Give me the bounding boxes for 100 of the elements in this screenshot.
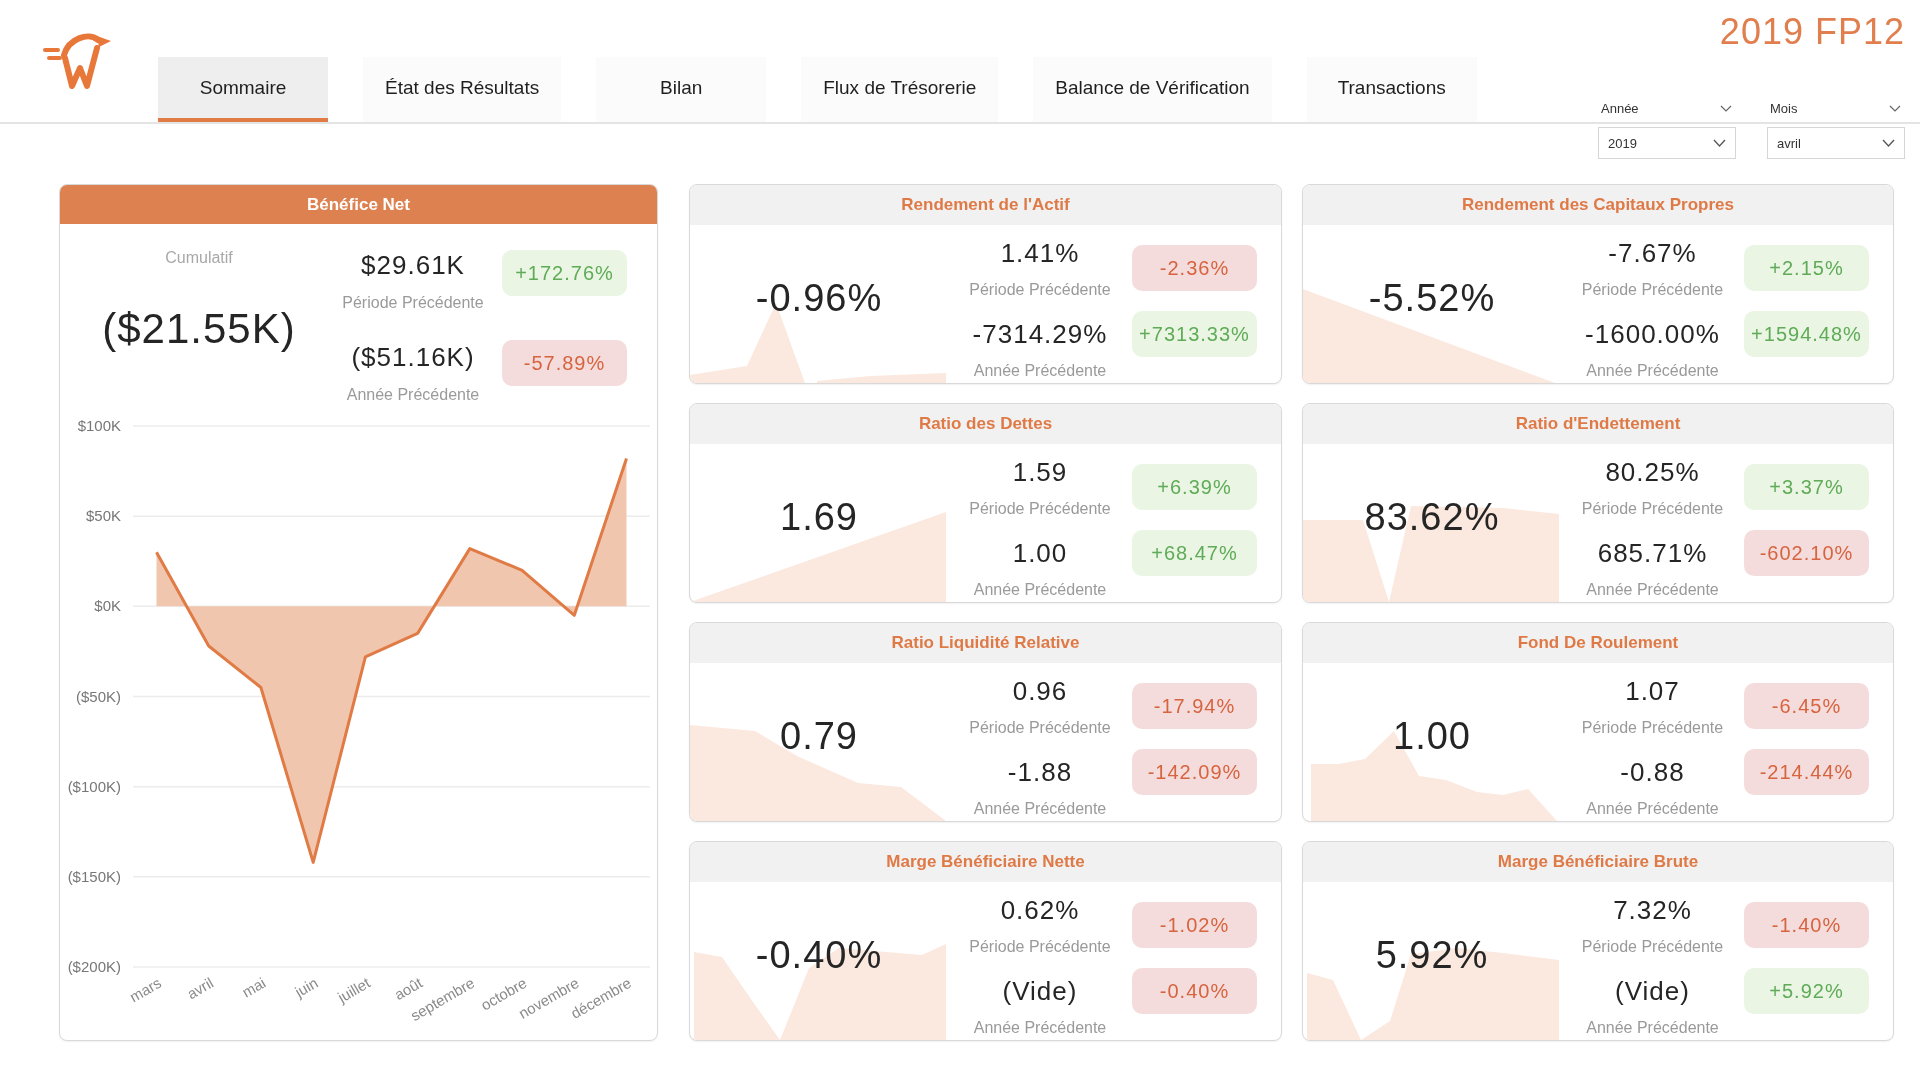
change-badge: +172.76% — [502, 250, 627, 296]
change-badge: -57.89% — [502, 340, 627, 386]
change-badge: +5.92% — [1744, 968, 1869, 1014]
change-badge: -142.09% — [1132, 749, 1257, 795]
comparison-label: Période Précédente — [969, 280, 1111, 300]
comparison-label: Période Précédente — [1581, 718, 1724, 738]
panel-title: Bénéfice Net — [60, 185, 657, 224]
card-title: Ratio des Dettes — [690, 404, 1281, 444]
card-title: Rendement des Capitaux Propres — [1303, 185, 1893, 225]
change-badge: -1.40% — [1744, 902, 1869, 948]
comparison-value: 0.96 — [1012, 675, 1068, 708]
change-badge: +3.37% — [1744, 464, 1869, 510]
comparison-label: Période Précédente — [1581, 937, 1724, 957]
dropdown[interactable]: 2019 — [1598, 127, 1736, 159]
change-badge: +1594.48% — [1744, 311, 1869, 357]
kpi-value: 0.79 — [780, 714, 858, 759]
comparison-label: Année Précédente — [973, 580, 1107, 600]
kpi-value: 83.62% — [1364, 495, 1500, 540]
tab[interactable]: Bilan — [596, 57, 767, 122]
card-title: Ratio Liquidité Relative — [690, 623, 1281, 663]
kpi-value: -0.96% — [755, 276, 883, 321]
axis-label: ($50K) — [75, 687, 121, 705]
tab[interactable]: Flux de Trésorerie — [801, 57, 999, 122]
comparison-value: -0.88 — [1620, 756, 1685, 789]
card-title: Fond De Roulement — [1303, 623, 1893, 663]
axis-label: ($150K) — [67, 867, 121, 885]
caption: Cumulatif — [165, 248, 233, 268]
kpi-value: -5.52% — [1368, 276, 1496, 321]
comparison-value: -7.67% — [1608, 237, 1697, 270]
slicer-title: Année — [1601, 101, 1639, 116]
change-badge: -2.36% — [1132, 245, 1257, 291]
slicer-title: Mois — [1770, 101, 1798, 116]
comparison-value: (Vide) — [1615, 975, 1690, 1008]
chevron-down-icon[interactable] — [1882, 139, 1895, 147]
tab[interactable]: Balance de Vérification — [1033, 57, 1272, 122]
tab[interactable]: Sommaire — [158, 57, 328, 122]
card-title: Marge Bénéficiaire Brute — [1303, 842, 1893, 882]
kpi-value: -0.40% — [755, 933, 883, 978]
change-badge: -602.10% — [1744, 530, 1869, 576]
comparison-value: -1.88 — [1007, 756, 1073, 789]
axis-label: ($200K) — [67, 958, 121, 975]
comparison-label: Période Précédente — [969, 718, 1111, 738]
change-badge: -17.94% — [1132, 683, 1257, 729]
kpi-value: 1.00 — [1393, 714, 1471, 759]
comparison-value: (Vide) — [1002, 975, 1078, 1008]
comparison-label: Année Précédente — [1586, 580, 1719, 600]
chevron-down-icon[interactable] — [1889, 105, 1901, 112]
kpi-value: 5.92% — [1375, 933, 1489, 978]
card-title: Ratio d'Endettement — [1303, 404, 1893, 444]
report-title: 2019 FP12 — [1719, 10, 1905, 54]
kpi-value: 1.69 — [780, 495, 858, 540]
change-badge: +2.15% — [1744, 245, 1869, 291]
tab[interactable]: Transactions — [1306, 57, 1477, 122]
change-badge: +7313.33% — [1132, 311, 1257, 357]
change-badge: -214.44% — [1744, 749, 1869, 795]
comparison-label: Année Précédente — [973, 799, 1107, 819]
change-badge: +6.39% — [1132, 464, 1257, 510]
comparison-label: Année Précédente — [1586, 799, 1719, 819]
comparison-label: Année Précédente — [973, 1018, 1107, 1038]
axis-label: avril — [183, 973, 217, 1003]
card-title: Marge Bénéficiaire Nette — [690, 842, 1281, 882]
dropdown[interactable]: avril — [1767, 127, 1905, 159]
axis-label: $100K — [77, 417, 121, 434]
comparison-value: -7314.29% — [972, 318, 1108, 351]
axis-label: $50K — [85, 507, 121, 525]
comparison-label: Période Précédente — [1581, 499, 1724, 519]
comparison-label: Année Précédente — [973, 361, 1107, 381]
comparison-value: -1600.00% — [1585, 318, 1720, 351]
comparison-label: Période Précédente — [969, 937, 1111, 957]
bird-logo-icon — [43, 30, 113, 90]
chevron-down-icon[interactable] — [1720, 105, 1732, 112]
comparison-value: 1.59 — [1012, 456, 1068, 489]
axis-label: ($100K) — [67, 777, 121, 795]
chevron-down-icon[interactable] — [1713, 139, 1726, 147]
change-badge: -0.40% — [1132, 968, 1257, 1014]
comparison-label: Période Précédente — [342, 293, 484, 313]
change-badge: +68.47% — [1132, 530, 1257, 576]
comparison-label: Année Précédente — [1586, 1018, 1719, 1038]
comparison-value: 0.62% — [1000, 894, 1080, 927]
comparison-value: 7.32% — [1613, 894, 1692, 927]
change-badge: -6.45% — [1744, 683, 1869, 729]
comparison-value: 685.71% — [1597, 537, 1708, 570]
comparison-value: 80.25% — [1605, 456, 1700, 489]
tab[interactable]: État des Résultats — [363, 57, 562, 122]
axis-label: mai — [239, 973, 269, 1001]
comparison-value: 1.07 — [1625, 675, 1680, 708]
axis-label: juin — [291, 973, 321, 1001]
card-title: Rendement de l'Actif — [690, 185, 1281, 225]
comparison-value: 1.41% — [1000, 237, 1080, 270]
comparison-value: 1.00 — [1012, 537, 1068, 570]
change-badge: -1.02% — [1132, 902, 1257, 948]
comparison-label: Année Précédente — [1586, 361, 1719, 381]
comparison-value: $29.61K — [361, 249, 465, 282]
kpi-value: ($21.55K) — [102, 304, 296, 354]
comparison-label: Période Précédente — [1581, 280, 1724, 300]
axis-label: $0K — [94, 597, 121, 615]
comparison-label: Année Précédente — [346, 385, 480, 405]
comparison-label: Période Précédente — [969, 499, 1111, 519]
comparison-value: ($51.16K) — [351, 341, 475, 374]
axis-label: mars — [126, 973, 164, 1006]
